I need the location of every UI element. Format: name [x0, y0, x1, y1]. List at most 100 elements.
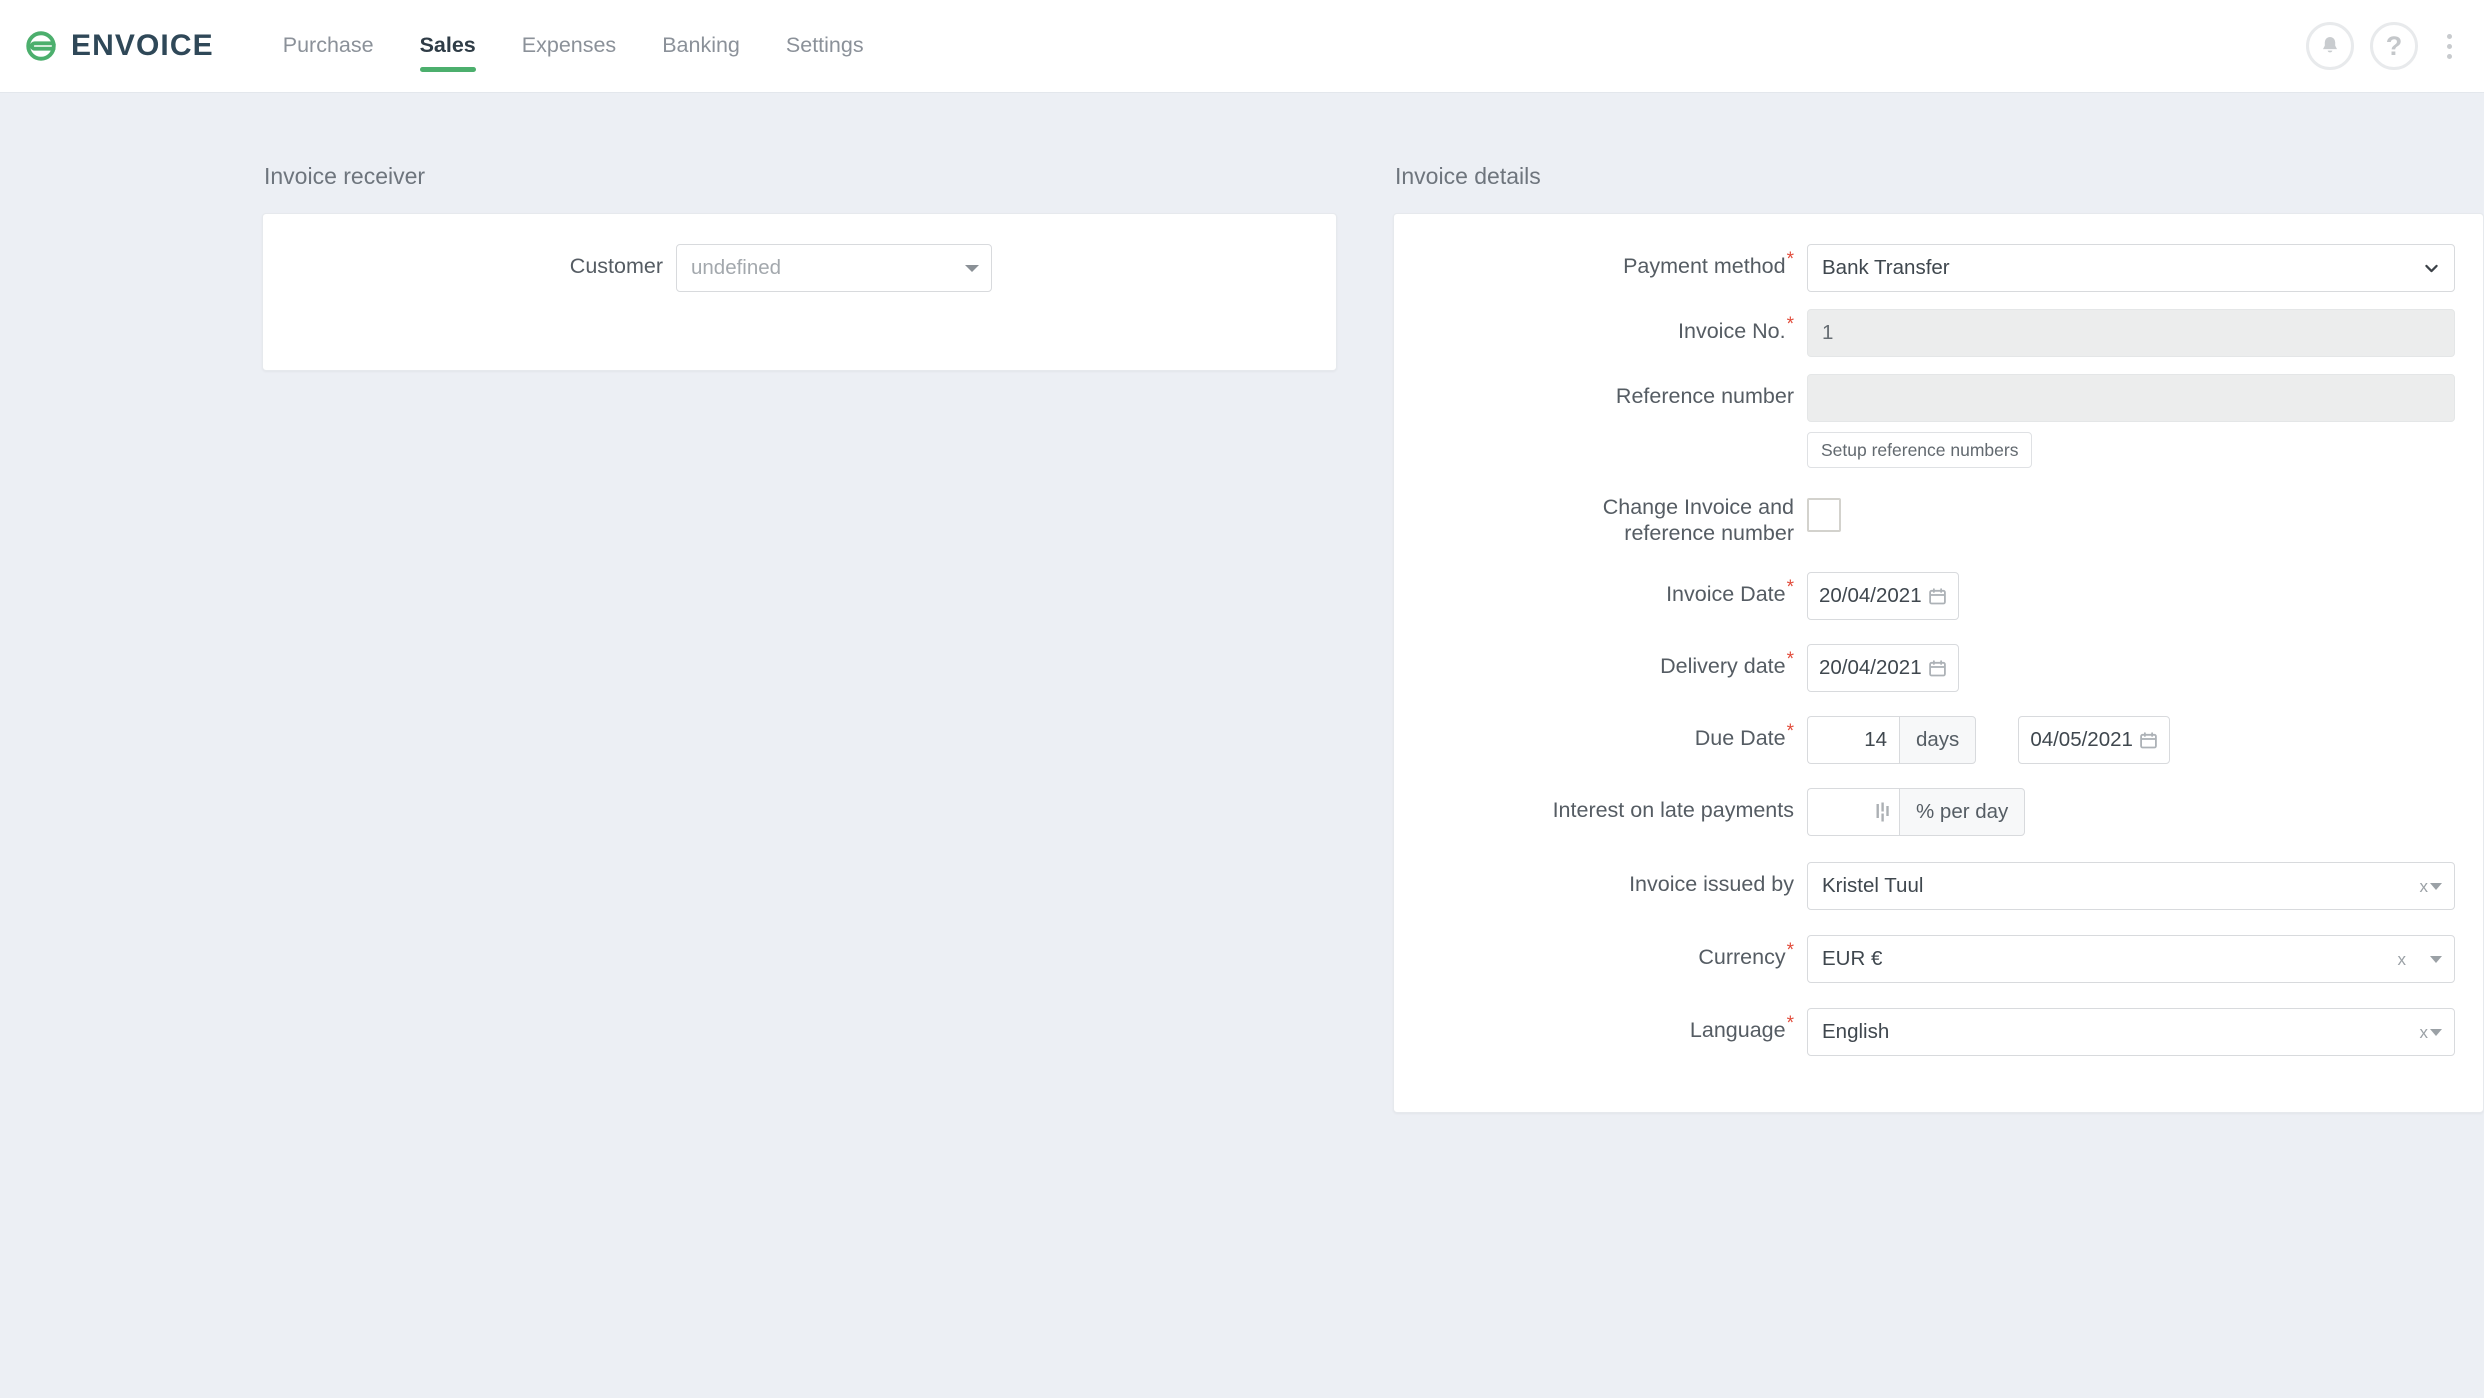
- due-date-days-input[interactable]: 14: [1807, 716, 1899, 764]
- due-date-label-text: Due Date: [1695, 726, 1786, 750]
- chevron-down-icon[interactable]: [2430, 956, 2442, 963]
- language-label-text: Language: [1690, 1018, 1786, 1042]
- currency-row: Currency* EUR € x: [1394, 935, 2483, 983]
- delivery-date-label-text: Delivery date: [1660, 654, 1785, 678]
- invoice-date-label: Invoice Date*: [1394, 572, 1807, 607]
- delivery-date-row: Delivery date* 20/04/2021: [1394, 644, 2483, 692]
- calendar-icon[interactable]: [2139, 731, 2158, 750]
- nav-item-banking[interactable]: Banking: [639, 35, 763, 57]
- reference-number-field-group: Setup reference numbers: [1807, 374, 2455, 468]
- change-numbers-field-group: [1807, 492, 1841, 532]
- invoice-no-row: Invoice No.* 1: [1394, 309, 2483, 357]
- required-asterisk: *: [1787, 314, 1794, 335]
- invoice-details-title: Invoice details: [1393, 93, 2484, 188]
- language-select[interactable]: English x: [1807, 1008, 2455, 1056]
- number-spinner-icon[interactable]: [1875, 801, 1891, 823]
- main-nav: Purchase Sales Expenses Banking Settings: [260, 35, 887, 57]
- change-numbers-checkbox[interactable]: [1807, 498, 1841, 532]
- clear-icon[interactable]: x: [2420, 1024, 2429, 1041]
- issued-by-tools: x: [2420, 878, 2443, 895]
- issued-by-select[interactable]: Kristel Tuul x: [1807, 862, 2455, 910]
- brand-logo[interactable]: ENVOICE: [24, 29, 214, 63]
- interest-late-input[interactable]: [1807, 788, 1899, 836]
- currency-select[interactable]: EUR € x: [1807, 935, 2455, 983]
- due-date-label: Due Date*: [1394, 716, 1807, 751]
- calendar-icon[interactable]: [1928, 587, 1947, 606]
- issued-by-label: Invoice issued by: [1394, 862, 1807, 897]
- chevron-down-icon: [965, 265, 979, 272]
- invoice-no-field-group: 1: [1807, 309, 2455, 357]
- delivery-date-input[interactable]: 20/04/2021: [1807, 644, 1959, 692]
- overflow-menu-button[interactable]: [2434, 24, 2464, 68]
- kebab-dot: [2447, 44, 2452, 49]
- calendar-icon[interactable]: [1928, 659, 1947, 678]
- payment-method-select[interactable]: Bank Transfer: [1807, 244, 2455, 292]
- nav-item-expenses[interactable]: Expenses: [499, 35, 639, 57]
- due-date-value: 04/05/2021: [2030, 728, 2133, 752]
- help-icon: ?: [2386, 33, 2403, 60]
- interest-late-group: % per day: [1807, 788, 2025, 836]
- required-asterisk: *: [1787, 249, 1794, 270]
- invoice-details-card: Payment method* Bank Transfer Invoice No…: [1393, 213, 2484, 1113]
- page-content: Invoice receiver Customer undefined Invo…: [0, 93, 2484, 1398]
- invoice-receiver-card: Customer undefined: [262, 213, 1337, 371]
- setup-reference-numbers-button[interactable]: Setup reference numbers: [1807, 432, 2032, 468]
- customer-label: Customer: [263, 244, 676, 279]
- due-date-days-suffix: days: [1899, 716, 1976, 764]
- invoice-details-column: Invoice details Payment method* Bank Tra…: [1393, 93, 2484, 1113]
- due-date-field-group: 14 days 04/05/2021: [1807, 716, 2170, 764]
- invoice-receiver-title: Invoice receiver: [262, 93, 1337, 188]
- nav-item-purchase[interactable]: Purchase: [260, 35, 397, 57]
- clear-icon[interactable]: x: [2420, 878, 2429, 895]
- due-date-input[interactable]: 04/05/2021: [2018, 716, 2170, 764]
- reference-number-input[interactable]: [1807, 374, 2455, 422]
- invoice-date-input[interactable]: 20/04/2021: [1807, 572, 1959, 620]
- payment-method-row: Payment method* Bank Transfer: [1394, 244, 2483, 292]
- customer-value: undefined: [691, 256, 781, 280]
- nav-item-settings[interactable]: Settings: [763, 35, 887, 57]
- invoice-date-value: 20/04/2021: [1819, 584, 1922, 608]
- required-asterisk: *: [1787, 721, 1794, 742]
- issued-by-value: Kristel Tuul: [1822, 874, 2420, 898]
- chevron-down-icon[interactable]: [2430, 1029, 2442, 1036]
- currency-label-text: Currency: [1698, 945, 1785, 969]
- top-bar-actions: ?: [2306, 22, 2464, 70]
- brand-name: ENVOICE: [71, 31, 214, 61]
- currency-field-group: EUR € x: [1807, 935, 2455, 983]
- language-label: Language*: [1394, 1008, 1807, 1043]
- delivery-date-field-group: 20/04/2021: [1807, 644, 1959, 692]
- interest-late-field-group: % per day: [1807, 788, 2025, 836]
- clear-icon[interactable]: x: [2398, 951, 2407, 968]
- nav-item-sales[interactable]: Sales: [397, 35, 499, 57]
- language-tools: x: [2420, 1024, 2443, 1041]
- bell-icon: [2318, 34, 2342, 58]
- invoice-no-value: 1: [1822, 321, 1833, 345]
- kebab-dot: [2447, 54, 2452, 59]
- required-asterisk: *: [1787, 1013, 1794, 1034]
- chevron-down-icon[interactable]: [2430, 883, 2442, 890]
- payment-method-value: Bank Transfer: [1822, 256, 1950, 280]
- change-numbers-label: Change Invoice and reference number: [1394, 492, 1807, 546]
- due-date-days-group: 14 days: [1807, 716, 1976, 764]
- interest-late-row: Interest on late payments % p: [1394, 788, 2483, 836]
- invoice-no-input[interactable]: 1: [1807, 309, 2455, 357]
- language-value: English: [1822, 1020, 2420, 1044]
- top-navigation-bar: ENVOICE Purchase Sales Expenses Banking …: [0, 0, 2484, 93]
- notifications-button[interactable]: [2306, 22, 2354, 70]
- interest-late-label: Interest on late payments: [1394, 788, 1807, 823]
- invoice-date-label-text: Invoice Date: [1666, 582, 1786, 606]
- language-field-group: English x: [1807, 1008, 2455, 1056]
- invoice-receiver-column: Invoice receiver Customer undefined: [262, 93, 1337, 371]
- customer-select[interactable]: undefined: [676, 244, 992, 292]
- due-date-row: Due Date* 14 days 04/05/2021: [1394, 716, 2483, 764]
- issued-by-row: Invoice issued by Kristel Tuul x: [1394, 862, 2483, 910]
- required-asterisk: *: [1787, 649, 1794, 670]
- language-row: Language* English x: [1394, 1008, 2483, 1056]
- help-button[interactable]: ?: [2370, 22, 2418, 70]
- invoice-no-label: Invoice No.*: [1394, 309, 1807, 344]
- invoice-date-field-group: 20/04/2021: [1807, 572, 1959, 620]
- invoice-date-row: Invoice Date* 20/04/2021: [1394, 572, 2483, 620]
- required-asterisk: *: [1787, 577, 1794, 598]
- payment-method-field-group: Bank Transfer: [1807, 244, 2455, 292]
- currency-value: EUR €: [1822, 947, 2398, 971]
